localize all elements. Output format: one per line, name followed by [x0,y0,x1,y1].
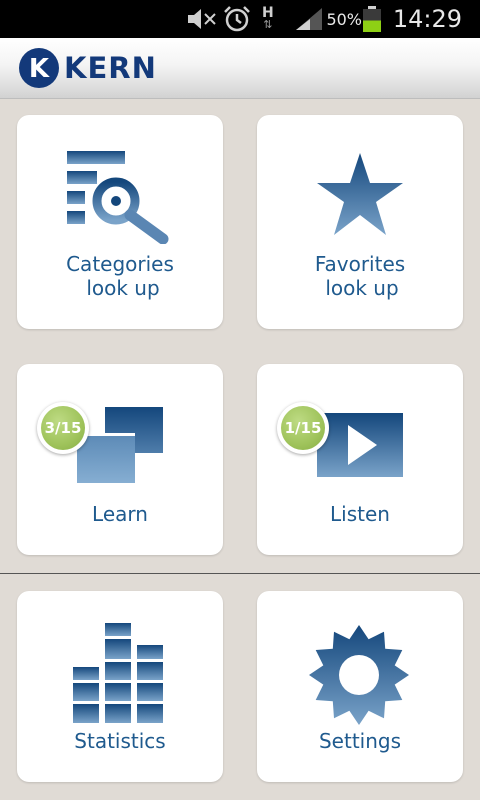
categories-lookup-tile[interactable]: Categories look up [17,115,223,329]
listen-progress-badge: 1/15 [277,402,329,454]
data-arrows-icon: ⇅ [263,18,273,31]
listen-badge-text: 1/15 [281,406,325,450]
learn-tile[interactable]: 3/15 Learn [17,364,223,555]
learn-badge-text: 3/15 [41,406,85,450]
logo-letter: K [29,54,50,84]
favorites-label: Favorites look up [257,252,463,300]
bar-chart-icon [71,621,165,729]
cards-icon [75,405,165,489]
favorites-label-line2: look up [325,276,399,300]
favorites-label-line1: Favorites [314,252,406,276]
app-header: K KERN [0,38,480,99]
h-plus-data-icon: H ⇅ [262,0,274,38]
section-divider [0,573,480,574]
listen-tile[interactable]: 1/15 Listen [257,364,463,555]
gear-icon [307,621,411,729]
settings-tile[interactable]: Settings [257,591,463,782]
categories-label-line2: look up [86,276,160,300]
kern-logo[interactable]: K KERN [18,46,157,90]
battery-icon [362,0,382,38]
search-list-icon [65,149,175,248]
alarm-icon [222,0,252,38]
learn-label: Learn [92,502,148,526]
clock-time: 14:29 [392,5,462,33]
battery-percent: 50% [326,9,362,29]
categories-label-line1: Categories [66,252,174,276]
status-bar: H ⇅ 50% 14:29 [0,0,480,38]
logo-text: KERN [64,51,157,85]
listen-label: Listen [330,502,390,526]
mute-icon [184,0,218,38]
settings-label: Settings [318,729,402,753]
signal-icon [294,0,324,38]
play-icon [315,411,405,483]
kern-logo-mark: K [19,48,59,88]
learn-progress-badge: 3/15 [37,402,89,454]
favorites-lookup-tile[interactable]: Favorites look up [257,115,463,329]
categories-label: Categories look up [17,252,223,300]
statistics-label: Statistics [74,729,166,753]
statistics-tile[interactable]: Statistics [17,591,223,782]
star-icon [315,151,405,243]
